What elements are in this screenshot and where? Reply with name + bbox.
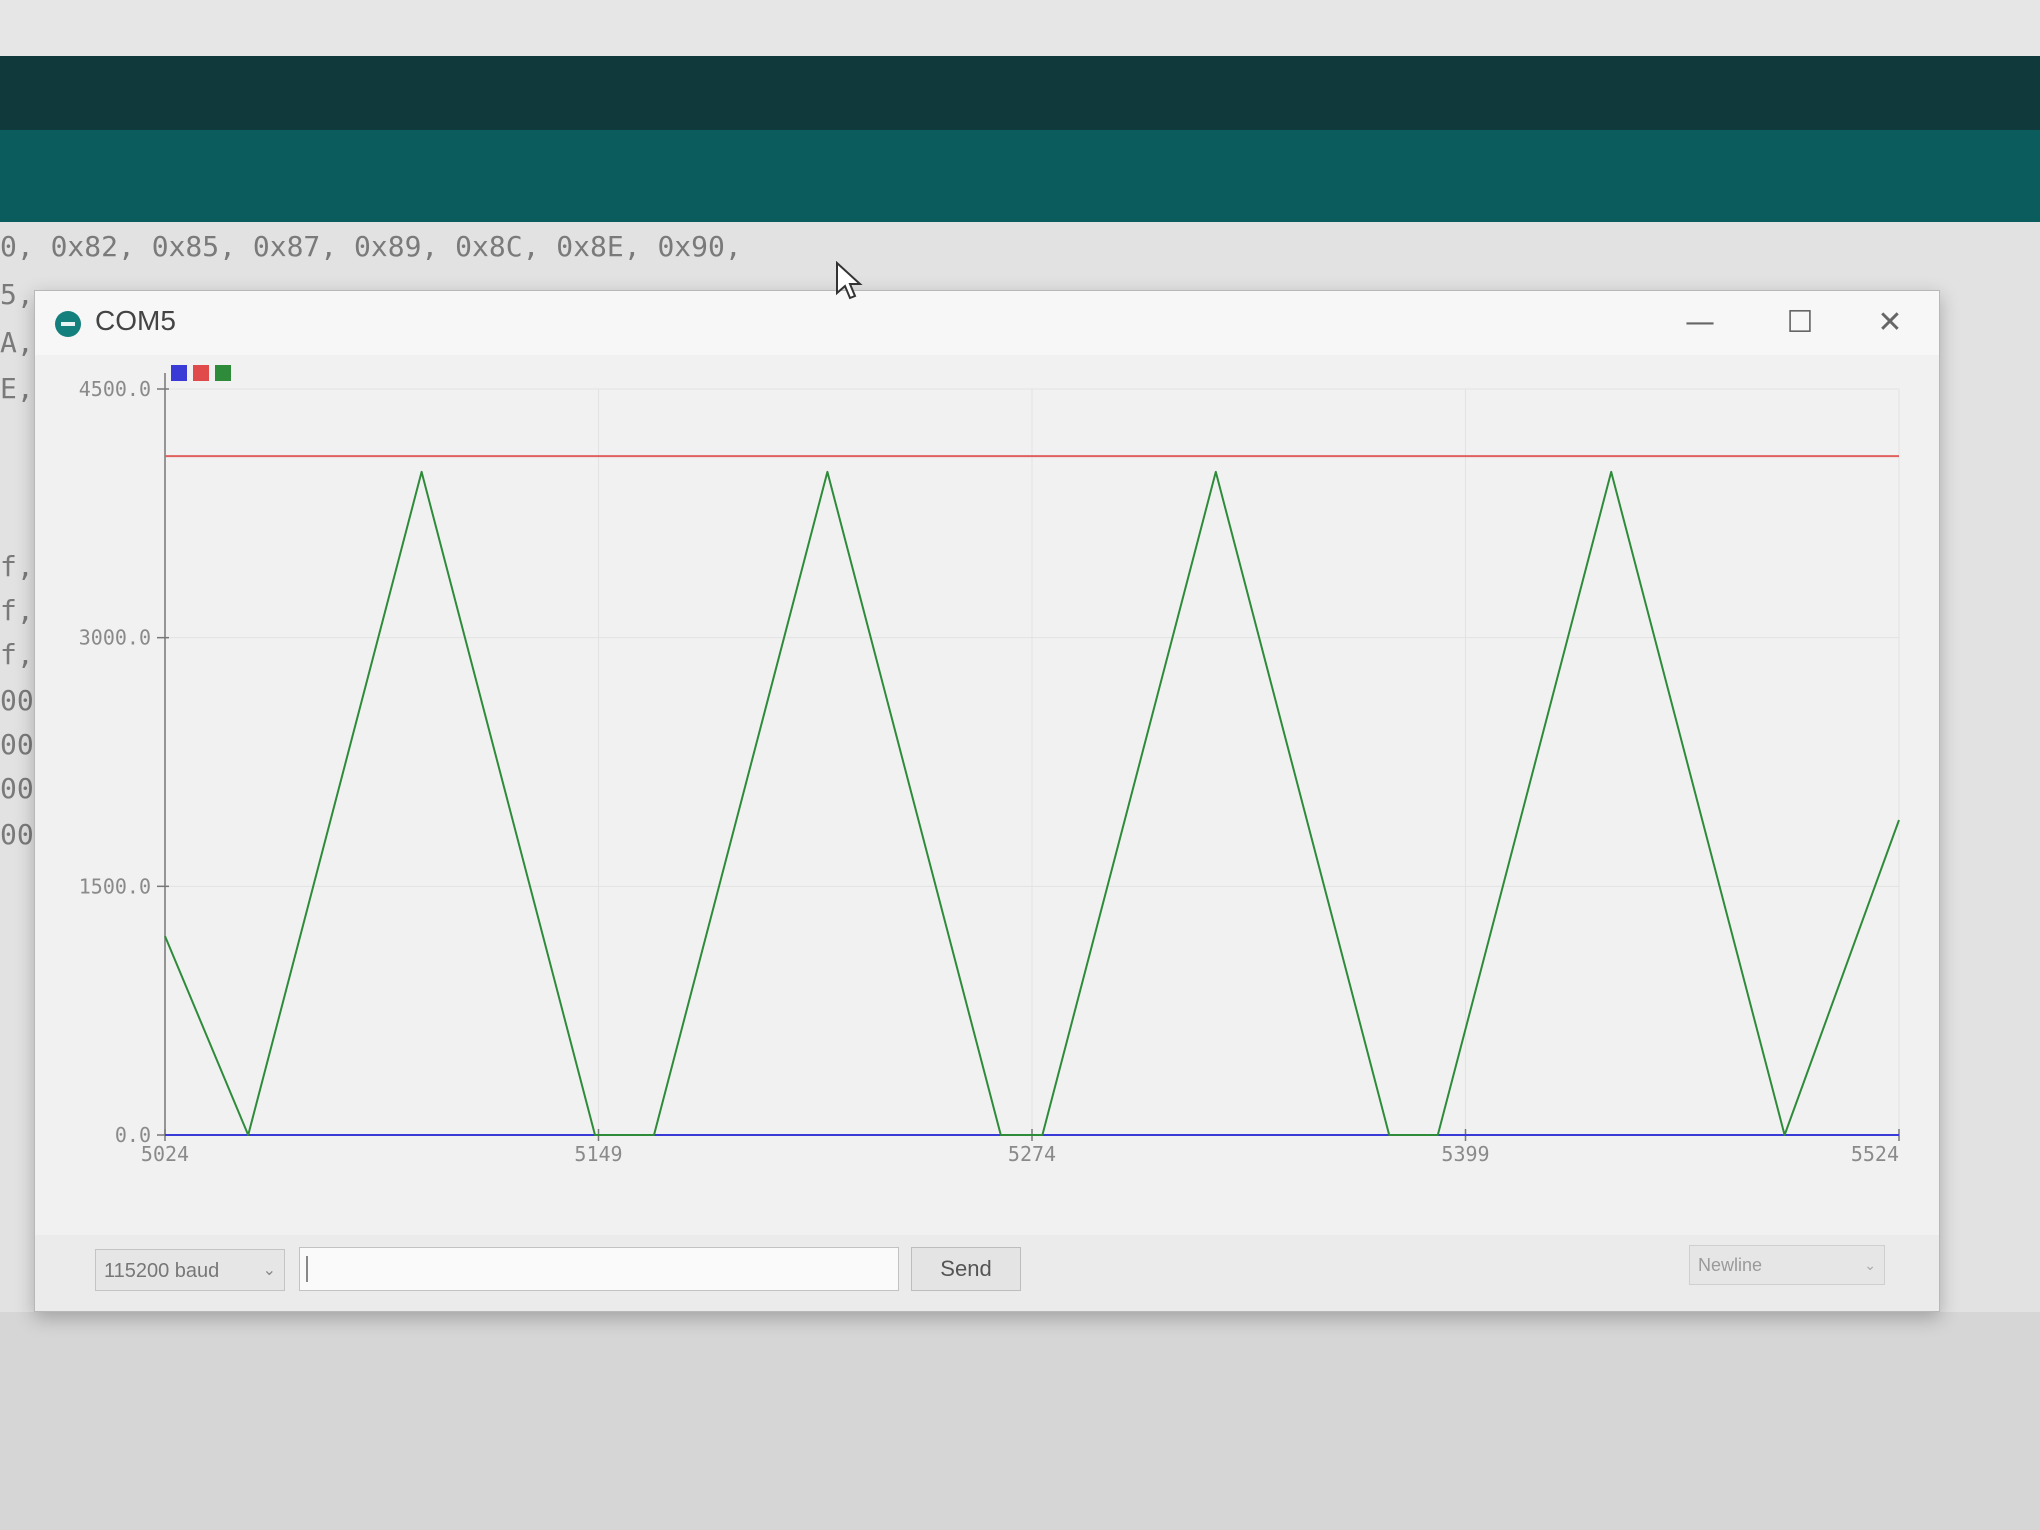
send-button[interactable]: Send bbox=[911, 1247, 1021, 1291]
legend bbox=[171, 365, 231, 381]
desktop-background bbox=[0, 1312, 2040, 1530]
legend-swatch bbox=[193, 365, 209, 381]
text-caret bbox=[306, 1256, 308, 1282]
plot-grid bbox=[164, 388, 1900, 1136]
code-line: E, bbox=[0, 372, 34, 405]
mouse-pointer-icon bbox=[836, 261, 863, 300]
x-tick-label: 5274 bbox=[1008, 1142, 1056, 1166]
plot-area: 0.01500.03000.04500.0 5024 5149 5274 5399 55… bbox=[79, 365, 1900, 1166]
y-tick-label: 3000.0 bbox=[79, 626, 151, 650]
code-line: 5, bbox=[0, 278, 34, 311]
close-button[interactable]: ✕ bbox=[1845, 295, 1935, 351]
code-line: 0, 0x82, 0x85, 0x87, 0x89, 0x8C, 0x8E, 0… bbox=[0, 230, 742, 263]
code-line: f, bbox=[0, 638, 34, 671]
y-tick-label: 1500.0 bbox=[79, 874, 151, 898]
window-title: COM5 bbox=[95, 305, 176, 336]
y-axis-ticks: 0.01500.03000.04500.0 bbox=[79, 377, 169, 1147]
arduino-logo-icon bbox=[55, 311, 81, 337]
y-tick-label: 4500.0 bbox=[79, 377, 151, 401]
x-tick-label: 5024 bbox=[141, 1142, 189, 1166]
send-text-input[interactable] bbox=[299, 1247, 899, 1291]
code-line: A, bbox=[0, 326, 34, 359]
x-tick-label: 5399 bbox=[1441, 1142, 1489, 1166]
line-ending-label: Newline bbox=[1698, 1255, 1763, 1275]
x-tick-label: 5149 bbox=[574, 1142, 622, 1166]
legend-swatch bbox=[215, 365, 231, 381]
ide-toolbar bbox=[0, 130, 2040, 222]
window-titlebar[interactable]: COM5 — ☐ ✕ bbox=[35, 291, 1939, 355]
line-ending-select[interactable]: Newline ⌄ bbox=[1689, 1245, 1885, 1285]
chevron-down-icon: ⌄ bbox=[262, 1262, 276, 1279]
chevron-down-icon: ⌄ bbox=[1864, 1257, 1876, 1273]
maximize-button[interactable]: ☐ bbox=[1755, 295, 1845, 351]
code-line: f, bbox=[0, 594, 34, 627]
ide-menu-bar bbox=[0, 56, 2040, 130]
baud-rate-label: 115200 baud bbox=[104, 1260, 220, 1282]
baud-rate-select[interactable]: 115200 baud ⌄ bbox=[95, 1249, 285, 1291]
legend-swatch bbox=[171, 365, 187, 381]
plotter-bottom-bar: 115200 baud ⌄ Send Newline ⌄ bbox=[35, 1235, 1939, 1311]
code-line: f, bbox=[0, 550, 34, 583]
minimize-button[interactable]: — bbox=[1655, 295, 1745, 351]
x-tick-label: 5524 bbox=[1851, 1142, 1899, 1166]
desktop-top-strip bbox=[0, 0, 2040, 56]
serial-plotter-window: COM5 — ☐ ✕ 0.0 1500.0 3000.0 4500.0 5024 514… bbox=[34, 261, 1940, 1312]
